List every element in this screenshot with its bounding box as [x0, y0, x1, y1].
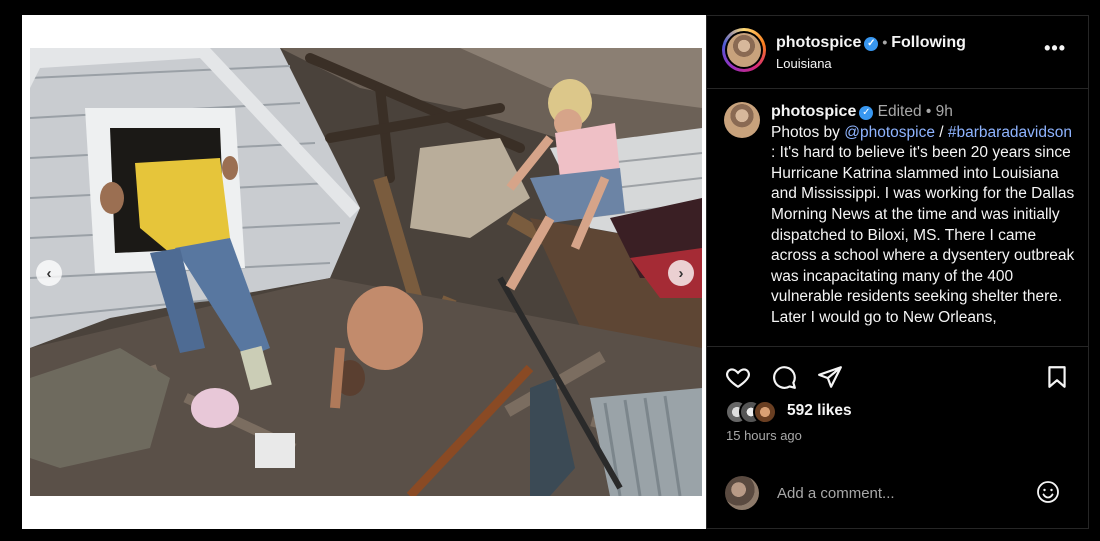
more-horizontal-icon[interactable]: •••: [1044, 38, 1066, 59]
post-header: photospice ✓ • Following Louisiana •••: [707, 16, 1088, 89]
post-photo[interactable]: [30, 48, 702, 496]
post-sidebar: photospice ✓ • Following Louisiana ••• phot…: [706, 15, 1089, 529]
caption-scroll-area[interactable]: photospice ✓ Edited • 9h Photos by @photos…: [707, 88, 1088, 347]
instagram-post: ‹ › photospice ✓ • Following Louisiana ••• …: [22, 15, 1089, 529]
mention-link[interactable]: @photospice: [844, 124, 935, 141]
separator-dot: •: [925, 103, 932, 120]
edited-label: Edited: [877, 103, 922, 120]
verified-badge-icon: ✓: [864, 37, 879, 51]
emoji-smiley-icon[interactable]: [1036, 480, 1060, 504]
comment-bubble-icon[interactable]: [771, 364, 797, 390]
following-button[interactable]: Following: [891, 34, 966, 51]
post-username-line: photospice ✓ • Following: [776, 34, 966, 52]
hurricane-debris-photo: [30, 48, 702, 496]
caption-lead: Photos by: [771, 123, 845, 141]
caption-username[interactable]: photospice: [771, 103, 856, 120]
chevron-left-icon[interactable]: ‹: [36, 260, 62, 286]
caption-body: : It's hard to believe it's been 20 year…: [771, 144, 1075, 326]
verified-badge-icon: ✓: [859, 106, 874, 120]
action-bar: [707, 362, 1088, 392]
liker-avatar[interactable]: [753, 400, 777, 424]
username-link[interactable]: photospice: [776, 34, 861, 51]
caption-avatar[interactable]: [724, 102, 760, 138]
chevron-right-icon[interactable]: ›: [668, 260, 694, 286]
post-timestamp[interactable]: 15 hours ago: [726, 428, 802, 443]
post-media: ‹ ›: [22, 15, 706, 529]
likes-row: 592 likes: [725, 400, 1065, 424]
bookmark-icon[interactable]: [1044, 364, 1070, 390]
post-age: 9h: [935, 103, 953, 120]
location-link[interactable]: Louisiana: [776, 56, 832, 71]
caption-text: photospice ✓ Edited • 9h Photos by @photos…: [771, 102, 1075, 329]
avatar: [727, 33, 761, 67]
current-user-avatar: [725, 476, 759, 510]
comment-input[interactable]: [775, 478, 1029, 508]
likes-count[interactable]: 592 likes: [787, 402, 852, 420]
heart-icon[interactable]: [725, 364, 751, 390]
hashtag-link[interactable]: #barbaradavidson: [948, 124, 1072, 141]
paper-plane-icon[interactable]: [817, 364, 843, 390]
separator-dot: •: [882, 34, 888, 50]
comment-bar: [707, 472, 1088, 530]
caption-slash: /: [934, 123, 948, 141]
story-avatar[interactable]: [722, 28, 766, 72]
